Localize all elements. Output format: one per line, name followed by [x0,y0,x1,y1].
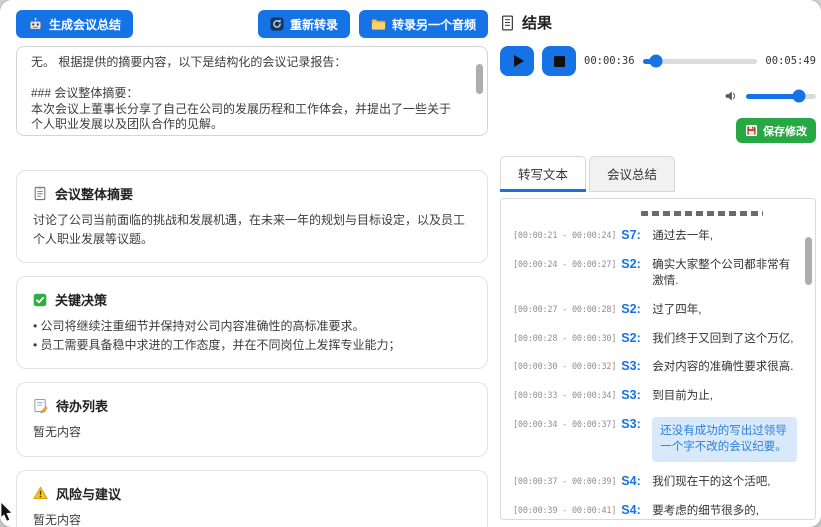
transcribe-another-button[interactable]: 转录另一个音频 [358,10,488,38]
mouse-cursor [0,501,16,527]
transcript-timestamp: [00:00:24 - 00:00:27] [513,259,617,270]
meeting-transcription-app: 生成会议总结 重新转录 转录另一个音频 无。 根据提供的摘要内容，以下是结构化的… [0,0,821,527]
card-meeting-summary-content: 讨论了公司当前面临的挑战和发展机遇，在未来一年的规划与目标设定，以及员工个人职业… [33,213,466,246]
transcript-text[interactable]: 我们终于又回到了这个万亿, [652,331,803,348]
card-risks-title: 风险与建议 [56,486,122,502]
play-icon [513,55,524,67]
card-key-decisions: 关键决策 公司将继续注重细节并保持对公司内容准确性的高标准要求。 员工需要具备稳… [16,276,488,370]
transcript-text[interactable]: 要考虑的细节很多的, [652,503,803,519]
card-todo-list-title: 待办列表 [56,399,109,415]
speaker-label: S2: [621,256,641,271]
audio-player: 00:00:36 00:05:49 [500,46,816,76]
progress-thumb[interactable] [649,54,663,68]
transcript-text-highlighted[interactable]: 还没有成功的写出过领导一个字不改的会议纪要。 [652,416,797,463]
speaker-icon [724,89,738,103]
transcript-row: [00:00:28 - 00:00:30] S2: 我们终于又回到了这个万亿, [513,331,803,348]
check-icon [33,293,47,307]
transcript-text[interactable]: 我们现在干的这个活吧, [652,474,803,491]
transcript-row-highlighted: [00:00:34 - 00:00:37] S3: 还没有成功的写出过领导一个字… [513,416,803,463]
transcript-timestamp: [00:00:33 - 00:00:34] [513,391,617,402]
transcript-text[interactable]: 过了四年, [652,302,803,319]
transcript-text[interactable]: 通过去一年, [652,228,803,245]
transcript-row: [00:00:27 - 00:00:28] S2: 过了四年, [513,302,803,319]
floppy-disk-icon [745,124,758,137]
card-risks-content: 暂无内容 [33,512,82,527]
clipboard-icon [33,186,47,201]
progress-slider[interactable] [642,54,758,68]
card-risks: 风险与建议 暂无内容 [16,469,488,527]
transcript-row: [00:00:33 - 00:00:34] S3: 到目前为止, [513,388,803,405]
summary-panel: 生成会议总结 重新转录 转录另一个音频 无。 根据提供的摘要内容，以下是结构化的… [16,10,488,527]
transcript-row: [00:00:30 - 00:00:32] S3: 会对内容的准确性要求很高. [513,359,803,376]
save-changes-label: 保存修改 [763,125,807,138]
transcript-text[interactable]: 确实大家整个公司都非常有激情. [652,257,803,290]
card-meeting-summary-title: 会议整体摘要 [55,187,134,202]
card-meeting-summary: 会议整体摘要 讨论了公司当前面临的挑战和发展机遇，在未来一年的规划与目标设定，以… [16,170,488,264]
document-icon [500,15,515,31]
card-todo-list-content: 暂无内容 [33,425,82,440]
result-title: 结果 [522,15,553,32]
warning-icon [33,486,48,500]
speaker-label: S4: [621,474,641,489]
transcript-text[interactable]: 会对内容的准确性要求很高. [652,359,803,376]
transcript-timestamp: [00:00:37 - 00:00:39] [513,477,617,488]
volume-slider[interactable] [746,89,816,103]
decision-item: 员工需要具备稳中求进的工作态度，并在不同岗位上发挥专业能力； [33,336,471,355]
transcript-row: [00:00:24 - 00:00:27] S2: 确实大家整个公司都非常有激情… [513,257,803,290]
transcript-scrollbar[interactable] [805,237,812,285]
volume-control [500,89,816,103]
retranscribe-button[interactable]: 重新转录 [257,10,350,38]
stop-icon [553,55,565,67]
speaker-label: S2: [621,302,641,317]
speaker-label: S7: [621,228,641,242]
volume-fill [746,93,800,99]
transcript-row: [00:00:37 - 00:00:39] S4: 我们现在干的这个活吧, [513,474,803,491]
transcript-timestamp: [00:00:39 - 00:00:41] [513,505,617,516]
refresh-icon [270,17,284,31]
summary-editor[interactable]: 无。 根据提供的摘要内容，以下是结构化的会议记录报告： ### 会议整体摘要： … [16,46,488,136]
generate-summary-label: 生成会议总结 [49,17,122,32]
robot-icon [28,17,43,32]
result-panel: 结果 00:00:36 00:05:49 保存修改 转写文本 会议总结 [00:… [500,12,816,527]
play-button[interactable] [500,46,534,76]
clipped-transcript-row [641,211,763,216]
editor-scrollbar[interactable] [476,64,483,94]
transcript-timestamp: [00:00:34 - 00:00:37] [513,419,617,430]
retranscribe-label: 重新转录 [289,17,338,32]
speaker-label: S3: [621,416,641,431]
card-key-decisions-title: 关键决策 [55,293,108,309]
save-changes-button[interactable]: 保存修改 [736,118,816,143]
folder-icon [371,18,386,31]
speaker-label: S4: [621,502,641,517]
transcript-row: [00:00:21 - 00:00:24] S7: 通过去一年, [513,228,803,245]
card-todo-list: 待办列表 暂无内容 [16,382,488,457]
total-time: 00:05:49 [765,55,816,67]
transcribe-another-label: 转录另一个音频 [391,17,476,32]
volume-thumb[interactable] [792,89,806,103]
transcript-list[interactable]: [00:00:21 - 00:00:24] S7: 通过去一年, [00:00:… [500,198,816,520]
transcript-timestamp: [00:00:28 - 00:00:30] [513,333,617,344]
stop-button[interactable] [542,46,576,76]
current-time: 00:00:36 [584,55,635,67]
memo-icon [33,398,48,414]
decision-item: 公司将继续注重细节并保持对公司内容准确性的高标准要求。 [33,317,471,336]
speaker-label: S3: [621,359,641,374]
transcript-timestamp: [00:00:27 - 00:00:28] [513,305,617,316]
result-tabs: 转写文本 会议总结 [500,156,816,192]
toolbar: 生成会议总结 重新转录 转录另一个音频 [16,10,488,38]
transcript-row: [00:00:39 - 00:00:41] S4: 要考虑的细节很多的, [513,502,803,519]
speaker-label: S2: [621,330,641,345]
tab-transcript[interactable]: 转写文本 [500,156,587,192]
speaker-label: S3: [621,388,641,403]
tab-meeting-summary[interactable]: 会议总结 [589,156,676,192]
transcript-text[interactable]: 到目前为止, [652,388,803,405]
generate-summary-button[interactable]: 生成会议总结 [16,10,134,38]
transcript-timestamp: [00:00:21 - 00:00:24] [513,231,617,241]
transcript-timestamp: [00:00:30 - 00:00:32] [513,362,617,373]
